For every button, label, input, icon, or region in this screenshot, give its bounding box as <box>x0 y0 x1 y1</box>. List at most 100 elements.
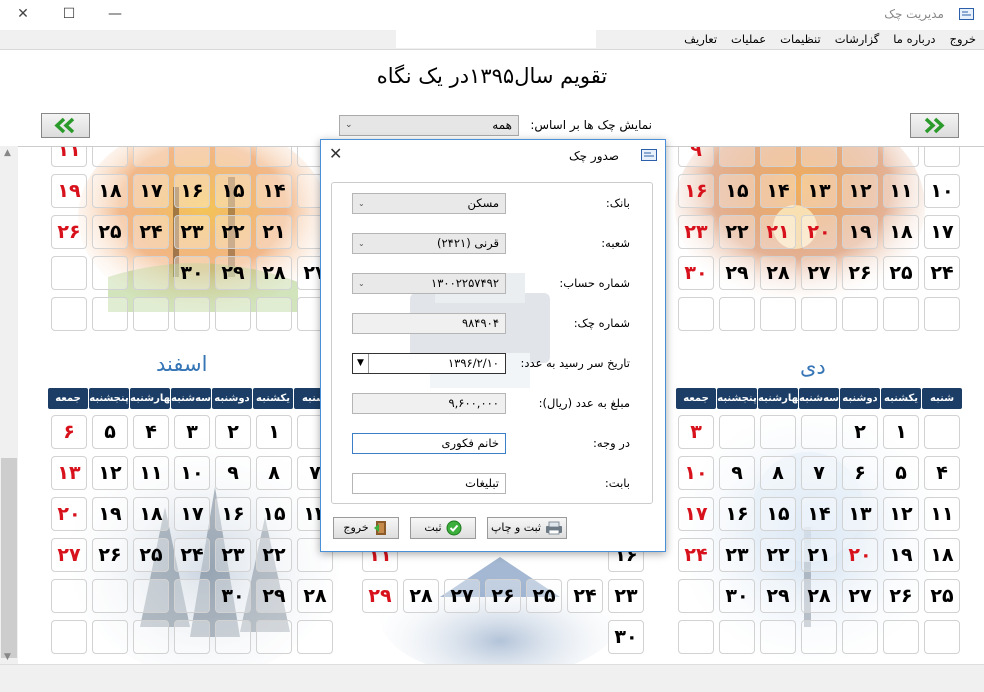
month-top-right-day-cell[interactable] <box>760 147 796 167</box>
esfand-day-cell[interactable]: ۶ <box>51 415 87 449</box>
month-top-right-day-cell[interactable]: ۱۶ <box>678 174 714 208</box>
month-top-left-day-cell[interactable]: ۲۲ <box>215 215 251 249</box>
dey-day-cell[interactable] <box>801 620 837 654</box>
month-top-left-day-cell[interactable]: ۲۹ <box>215 256 251 290</box>
chevron-down-icon[interactable]: ▼ <box>353 354 369 373</box>
esfand-day-cell[interactable]: ۲۳ <box>215 538 251 572</box>
month-top-left-day-cell[interactable] <box>174 147 210 167</box>
minimize-window-button[interactable]: — <box>104 4 126 24</box>
field-input[interactable]: قرنی (۲۴۲۱) ⌄ <box>352 233 506 254</box>
bahman-day-cell[interactable]: ۲۴ <box>567 579 603 613</box>
dey-day-cell[interactable]: ۷ <box>801 456 837 490</box>
dey-day-cell[interactable] <box>719 415 755 449</box>
esfand-day-cell[interactable]: ۵ <box>92 415 128 449</box>
month-top-left-day-cell[interactable]: ۱۴ <box>256 174 292 208</box>
month-top-left-day-cell[interactable]: ۲۸ <box>256 256 292 290</box>
month-top-right-day-cell[interactable]: ۲۳ <box>678 215 714 249</box>
month-top-right-day-cell[interactable] <box>678 297 714 331</box>
month-top-right-day-cell[interactable] <box>842 297 878 331</box>
next-year-button[interactable] <box>910 113 959 138</box>
dey-day-cell[interactable] <box>760 620 796 654</box>
esfand-day-cell[interactable]: ۲۲ <box>256 538 292 572</box>
esfand-day-cell[interactable]: ۱۲ <box>92 456 128 490</box>
month-top-right-day-cell[interactable]: ۲۷ <box>801 256 837 290</box>
dey-day-cell[interactable]: ۱۸ <box>924 538 960 572</box>
dey-day-cell[interactable]: ۵ <box>883 456 919 490</box>
month-top-left-day-cell[interactable] <box>256 297 292 331</box>
scroll-down-icon[interactable]: ▼ <box>4 652 11 662</box>
esfand-day-cell[interactable]: ۱ <box>256 415 292 449</box>
dialog-close-button[interactable]: ✕ <box>329 144 342 163</box>
month-top-right-day-cell[interactable]: ۱۹ <box>842 215 878 249</box>
dey-day-cell[interactable]: ۱۱ <box>924 497 960 531</box>
field-input[interactable]: ۱۳۰۰۲۲۵۷۴۹۲ ⌄ <box>352 273 506 294</box>
month-top-left-day-cell[interactable]: ۲۴ <box>133 215 169 249</box>
dey-day-cell[interactable]: ۱۵ <box>760 497 796 531</box>
month-top-left-day-cell[interactable]: ۲۳ <box>174 215 210 249</box>
exit-button[interactable]: خروج <box>333 517 399 539</box>
esfand-day-cell[interactable] <box>51 579 87 613</box>
esfand-day-cell[interactable]: ۳ <box>174 415 210 449</box>
dey-day-cell[interactable] <box>924 620 960 654</box>
month-top-left-day-cell[interactable] <box>92 147 128 167</box>
menu-item-settings[interactable]: تنظیمات <box>780 32 821 46</box>
dey-day-cell[interactable]: ۲۸ <box>801 579 837 613</box>
month-top-right-day-cell[interactable]: ۹ <box>678 147 714 167</box>
month-top-left-day-cell[interactable] <box>133 147 169 167</box>
month-top-right-day-cell[interactable] <box>924 297 960 331</box>
month-top-left-day-cell[interactable]: ۲۵ <box>92 215 128 249</box>
bahman-day-cell[interactable]: ۳۰ <box>608 620 644 654</box>
esfand-day-cell[interactable] <box>133 579 169 613</box>
esfand-day-cell[interactable]: ۱۰ <box>174 456 210 490</box>
esfand-day-cell[interactable]: ۸ <box>256 456 292 490</box>
month-top-right-day-cell[interactable] <box>883 297 919 331</box>
esfand-day-cell[interactable]: ۱۸ <box>133 497 169 531</box>
dey-day-cell[interactable]: ۱۴ <box>801 497 837 531</box>
esfand-day-cell[interactable] <box>51 620 87 654</box>
bahman-day-cell[interactable]: ۲۳ <box>608 579 644 613</box>
month-top-right-day-cell[interactable]: ۲۲ <box>719 215 755 249</box>
dey-day-cell[interactable] <box>760 415 796 449</box>
month-top-left-day-cell[interactable] <box>215 147 251 167</box>
menu-item-definitions[interactable]: تعاریف <box>684 32 717 46</box>
esfand-day-cell[interactable]: ۳۰ <box>215 579 251 613</box>
bahman-day-cell[interactable]: ۲۶ <box>485 579 521 613</box>
month-top-right-day-cell[interactable]: ۱۱ <box>883 174 919 208</box>
dey-day-cell[interactable] <box>883 620 919 654</box>
month-top-right-day-cell[interactable] <box>924 147 960 167</box>
month-top-left-day-cell[interactable]: ۲۱ <box>256 215 292 249</box>
esfand-day-cell[interactable]: ۴ <box>133 415 169 449</box>
prev-year-button[interactable] <box>41 113 90 138</box>
month-top-right-day-cell[interactable]: ۱۰ <box>924 174 960 208</box>
dey-day-cell[interactable]: ۳۰ <box>719 579 755 613</box>
dey-day-cell[interactable]: ۲۹ <box>760 579 796 613</box>
month-top-right-day-cell[interactable]: ۲۸ <box>760 256 796 290</box>
esfand-day-cell[interactable]: ۱۱ <box>133 456 169 490</box>
menu-item-about[interactable]: درباره ما <box>893 32 935 46</box>
month-top-left-day-cell[interactable] <box>174 297 210 331</box>
dey-day-cell[interactable]: ۲۲ <box>760 538 796 572</box>
month-top-left-day-cell[interactable]: ۱۸ <box>92 174 128 208</box>
menu-item-reports[interactable]: گزارشات <box>835 32 880 46</box>
esfand-day-cell[interactable]: ۲۶ <box>92 538 128 572</box>
month-top-left-day-cell[interactable]: ۳۰ <box>174 256 210 290</box>
month-top-left-day-cell[interactable] <box>133 297 169 331</box>
month-top-right-day-cell[interactable] <box>719 297 755 331</box>
dey-day-cell[interactable] <box>924 415 960 449</box>
field-input[interactable]: تبلیغات <box>352 473 506 494</box>
dey-day-cell[interactable]: ۲۴ <box>678 538 714 572</box>
esfand-day-cell[interactable] <box>215 620 251 654</box>
dey-day-cell[interactable] <box>678 579 714 613</box>
month-top-left-day-cell[interactable] <box>256 147 292 167</box>
scroll-thumb[interactable] <box>1 458 17 658</box>
close-window-button[interactable]: ✕ <box>12 4 34 24</box>
menu-item-exit[interactable]: خروج <box>950 32 976 46</box>
dey-day-cell[interactable]: ۲۷ <box>842 579 878 613</box>
month-top-left-day-cell[interactable] <box>51 256 87 290</box>
month-top-left-day-cell[interactable] <box>92 256 128 290</box>
dey-day-cell[interactable] <box>719 620 755 654</box>
month-top-left-day-cell[interactable] <box>92 297 128 331</box>
month-top-right-day-cell[interactable]: ۲۰ <box>801 215 837 249</box>
month-top-right-day-cell[interactable]: ۲۵ <box>883 256 919 290</box>
month-top-right-day-cell[interactable]: ۱۷ <box>924 215 960 249</box>
